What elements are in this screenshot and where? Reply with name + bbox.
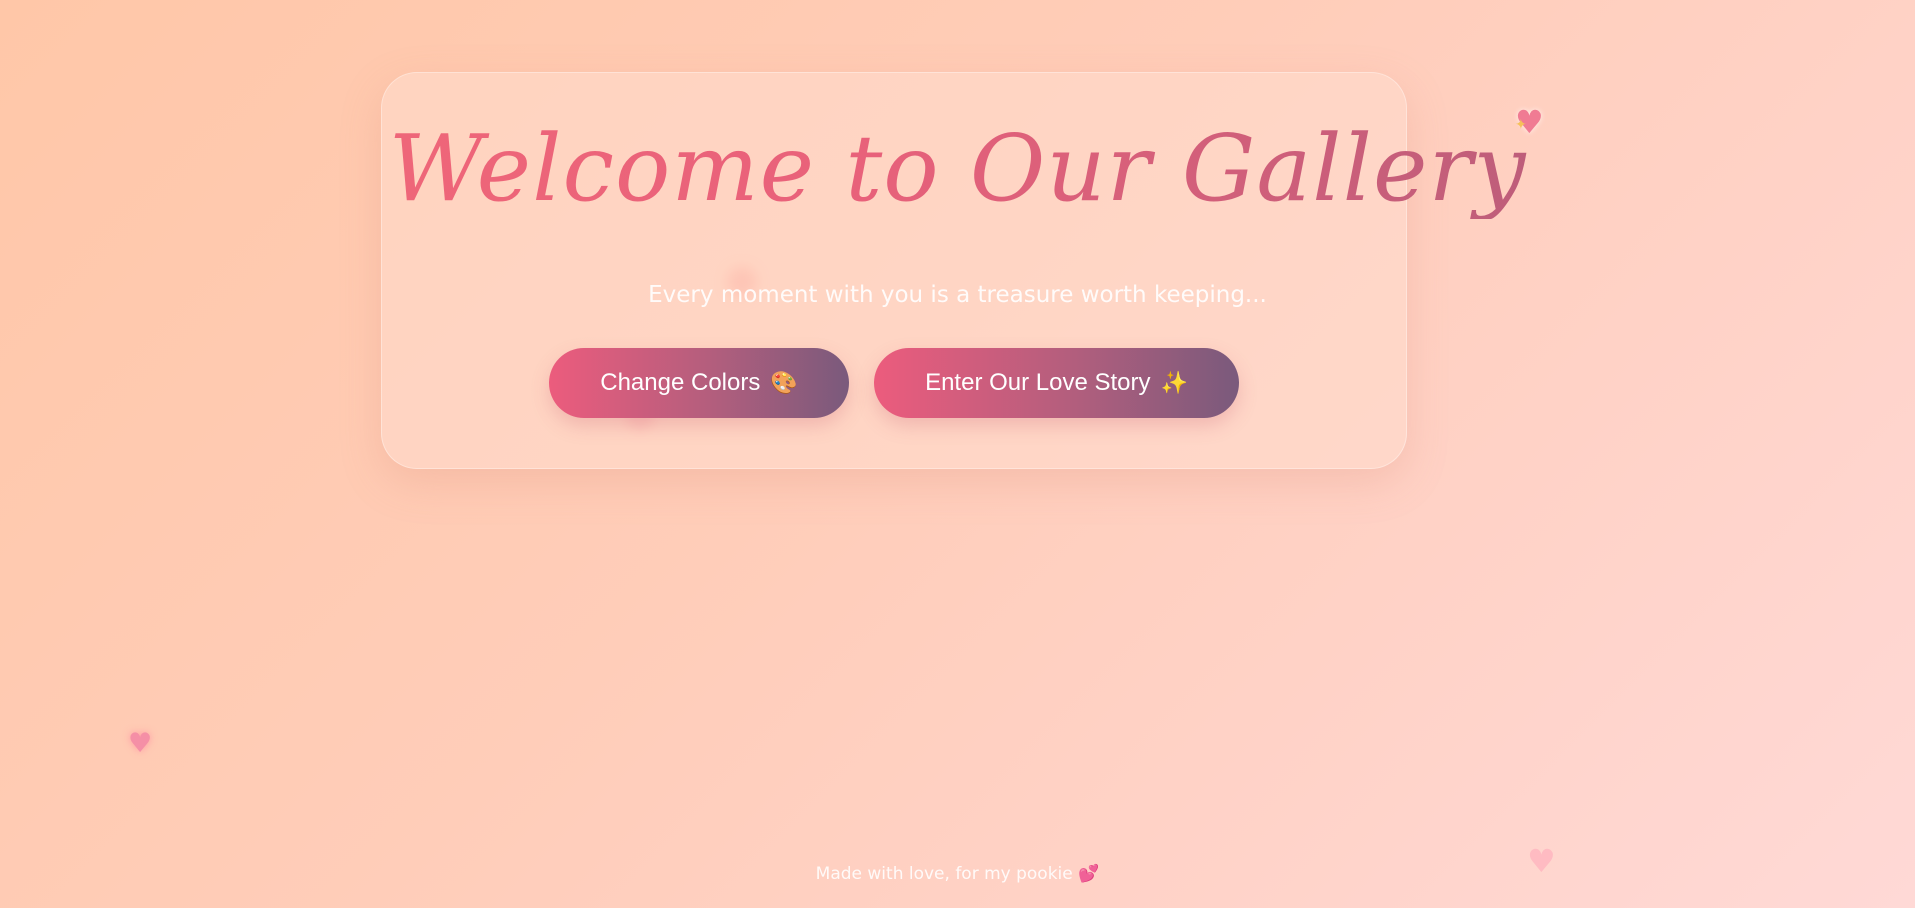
enter-love-story-label: Enter Our Love Story bbox=[925, 369, 1151, 396]
page-title: Welcome to Our Gallery bbox=[0, 118, 1915, 219]
change-colors-button[interactable]: Change Colors 🎨 bbox=[549, 348, 849, 418]
change-colors-label: Change Colors bbox=[600, 369, 761, 396]
floating-heart-icon: ♥ bbox=[128, 728, 153, 759]
footer-label: Made with love, for my pookie bbox=[815, 864, 1073, 884]
two-hearts-icon: 💕 bbox=[1078, 864, 1100, 884]
sparkles-icon: ✨ bbox=[1160, 370, 1188, 395]
footer-text: Made with love, for my pookie 💕 bbox=[0, 864, 1915, 884]
palette-icon: 🎨 bbox=[770, 370, 798, 395]
enter-love-story-button[interactable]: Enter Our Love Story ✨ bbox=[874, 348, 1239, 418]
page-subtitle: Every moment with you is a treasure wort… bbox=[648, 282, 1267, 308]
